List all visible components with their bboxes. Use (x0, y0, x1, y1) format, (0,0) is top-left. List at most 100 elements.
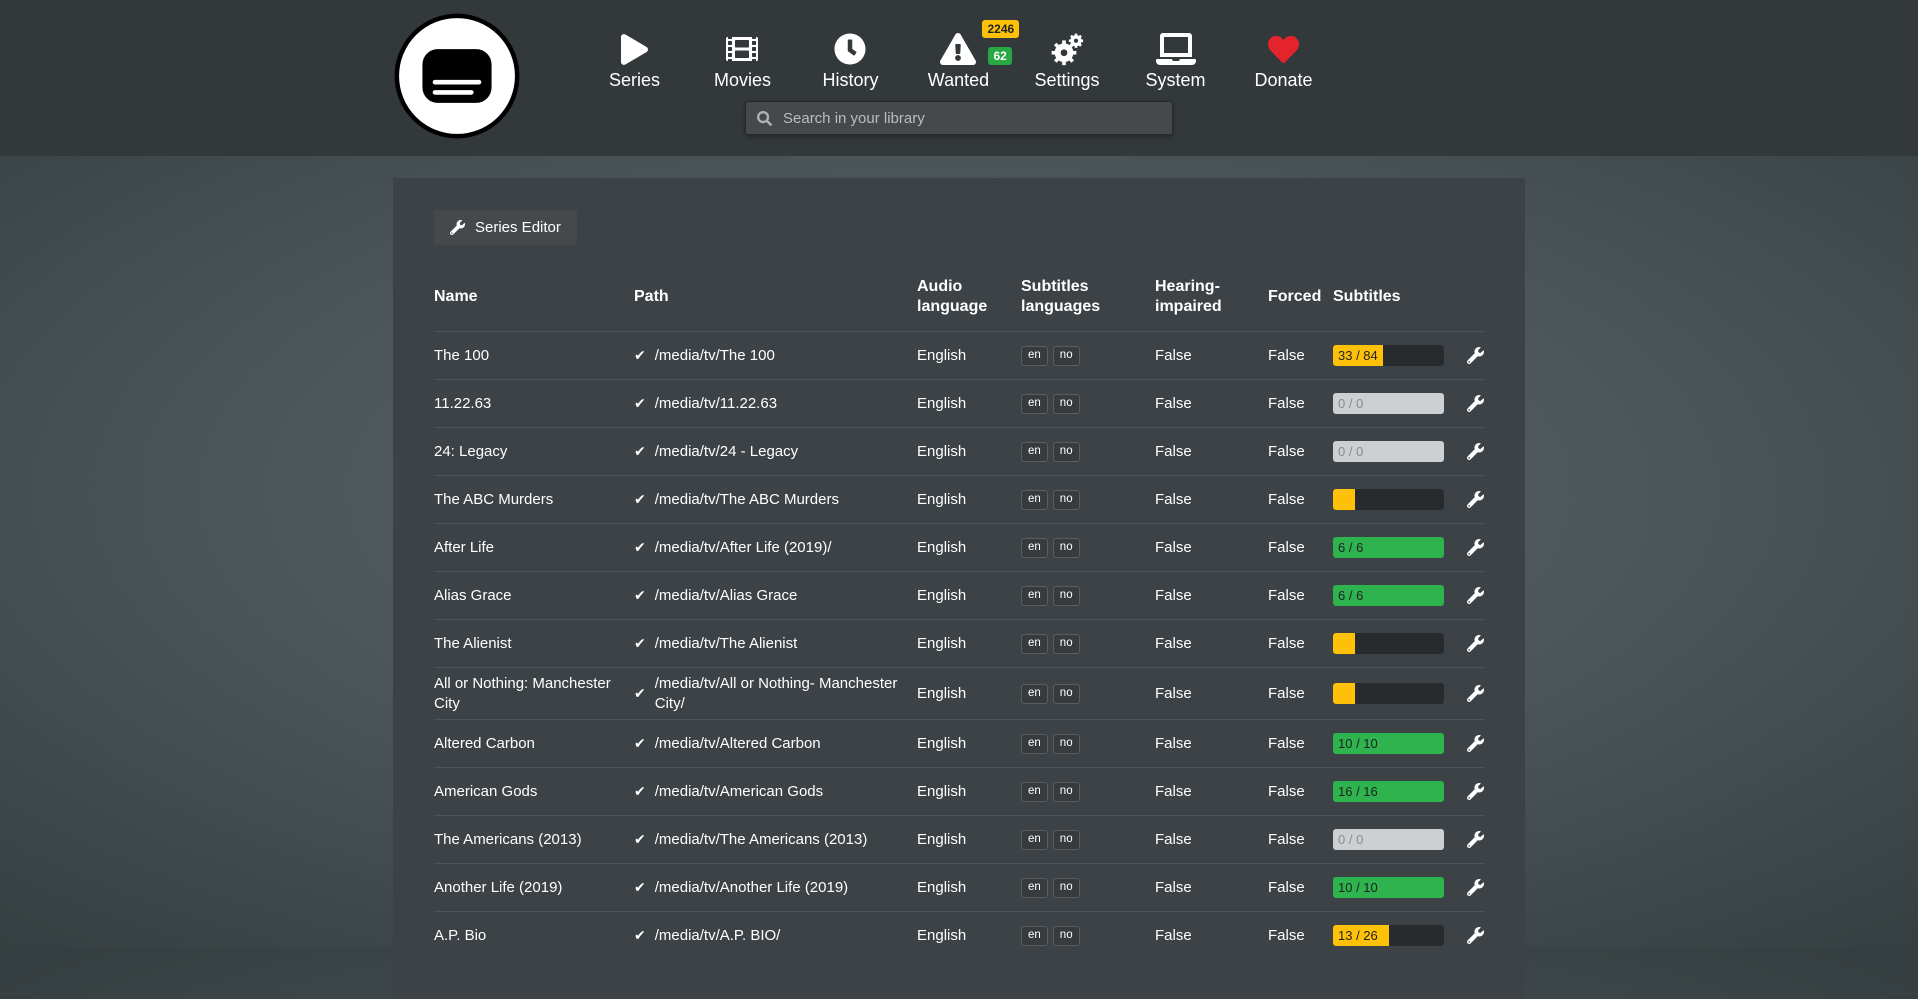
series-editor-label: Series Editor (475, 219, 561, 236)
edit-series-button[interactable] (1467, 685, 1484, 702)
edit-series-button[interactable] (1467, 539, 1484, 556)
table-row: All or Nothing: Manchester City ✔ /media… (434, 667, 1484, 719)
edit-series-button[interactable] (1467, 491, 1484, 508)
series-path-text: /media/tv/24 - Legacy (655, 442, 798, 462)
subtitles-progress: 0 / 0 (1333, 829, 1444, 850)
edit-series-button[interactable] (1467, 783, 1484, 800)
subtitles-progress: 10 / 10 (1333, 733, 1444, 754)
forced-value: False (1268, 539, 1333, 556)
series-path: ✔ /media/tv/American Gods (634, 782, 917, 802)
series-path: ✔ /media/tv/Altered Carbon (634, 734, 917, 754)
table-row: A.P. Bio ✔ /media/tv/A.P. BIO/ English e… (434, 911, 1484, 959)
language-badge: no (1053, 490, 1080, 510)
edit-series-button[interactable] (1467, 443, 1484, 460)
audio-language-value: English (917, 395, 1021, 412)
edit-series-button[interactable] (1467, 831, 1484, 848)
hearing-impaired-value: False (1155, 685, 1268, 702)
nav-wanted-label: Wanted (928, 70, 989, 91)
subtitles-progress-fill: 10 / 10 (1333, 733, 1444, 754)
check-icon: ✔ (634, 734, 646, 752)
nav-history-label: History (822, 70, 878, 91)
subtitles-progress-label: 10 / 10 (1338, 880, 1378, 895)
edit-series-button[interactable] (1467, 879, 1484, 896)
app-logo[interactable] (393, 12, 521, 140)
edit-series-button[interactable] (1467, 347, 1484, 364)
nav-donate[interactable]: Donate (1252, 30, 1316, 91)
subtitles-languages-cell: enno (1021, 441, 1155, 462)
subtitles-progress-fill: 10 / 10 (1333, 877, 1444, 898)
subtitles-progress: 13 / 26 (1333, 925, 1444, 946)
series-path: ✔ /media/tv/24 - Legacy (634, 442, 917, 462)
nav-history[interactable]: History (818, 30, 882, 91)
series-name: The ABC Murders (434, 490, 634, 510)
nav-movies[interactable]: Movies (710, 30, 774, 91)
subtitles-progress: 0 / 0 (1333, 393, 1444, 414)
series-name: 11.22.63 (434, 394, 634, 414)
column-header-subtitles-languages: Subtitles languages (1021, 277, 1155, 317)
language-badge: en (1021, 394, 1048, 414)
subtitles-progress: 0 / 0 (1333, 441, 1444, 462)
nav-settings-label: Settings (1034, 70, 1099, 91)
series-name: Altered Carbon (434, 734, 634, 754)
subtitles-progress-fill: 0 / 0 (1333, 441, 1444, 462)
edit-series-button[interactable] (1467, 735, 1484, 752)
searching-count-badge: 62 (988, 47, 1011, 65)
app-header: Series Movies History 2246 62 Wanted (0, 0, 1918, 156)
nav-system-label: System (1146, 70, 1206, 91)
nav-system[interactable]: System (1144, 30, 1208, 91)
subtitles-languages-cell: enno (1021, 925, 1155, 946)
series-path-text: /media/tv/11.22.63 (655, 394, 777, 414)
series-name: All or Nothing: Manchester City (434, 674, 634, 713)
nav-settings[interactable]: Settings (1034, 30, 1099, 91)
nav-wanted[interactable]: 2246 62 Wanted (926, 30, 990, 91)
subtitles-progress-fill: 6 / 6 (1333, 537, 1444, 558)
play-icon (621, 30, 648, 68)
check-icon: ✔ (634, 684, 646, 702)
language-badge: en (1021, 926, 1048, 946)
subtitles-progress-fill (1333, 683, 1355, 704)
hearing-impaired-value: False (1155, 395, 1268, 412)
forced-value: False (1268, 587, 1333, 604)
hearing-impaired-value: False (1155, 879, 1268, 896)
subtitles-progress-label: 6 / 6 (1338, 540, 1363, 555)
subtitles-languages-cell: enno (1021, 829, 1155, 850)
warning-triangle-icon (940, 30, 976, 68)
table-row: American Gods ✔ /media/tv/American Gods … (434, 767, 1484, 815)
clock-icon (834, 30, 866, 68)
series-path-text: /media/tv/The 100 (655, 346, 775, 366)
subtitles-progress-fill: 0 / 0 (1333, 393, 1444, 414)
check-icon: ✔ (634, 634, 646, 652)
edit-series-button[interactable] (1467, 587, 1484, 604)
series-path: ✔ /media/tv/The 100 (634, 346, 917, 366)
edit-series-button[interactable] (1467, 927, 1484, 944)
edit-series-button[interactable] (1467, 395, 1484, 412)
search-input[interactable] (781, 109, 1161, 128)
subtitles-languages-cell: enno (1021, 393, 1155, 414)
series-editor-button[interactable]: Series Editor (434, 210, 577, 245)
forced-value: False (1268, 783, 1333, 800)
series-path: ✔ /media/tv/The ABC Murders (634, 490, 917, 510)
language-badge: no (1053, 782, 1080, 802)
series-path-text: /media/tv/Altered Carbon (655, 734, 821, 754)
audio-language-value: English (917, 539, 1021, 556)
audio-language-value: English (917, 635, 1021, 652)
series-path-text: /media/tv/Alias Grace (655, 586, 798, 606)
subtitles-progress-label: 6 / 6 (1338, 588, 1363, 603)
column-header-audio-language: Audio language (917, 277, 1021, 317)
language-badge: en (1021, 538, 1048, 558)
series-name: A.P. Bio (434, 926, 634, 946)
series-name: Another Life (2019) (434, 878, 634, 898)
subtitles-progress: 33 / 84 (1333, 345, 1444, 366)
forced-value: False (1268, 879, 1333, 896)
audio-language-value: English (917, 443, 1021, 460)
hearing-impaired-value: False (1155, 927, 1268, 944)
nav-series[interactable]: Series (602, 30, 666, 91)
check-icon: ✔ (634, 830, 646, 848)
series-name: The Americans (2013) (434, 830, 634, 850)
edit-series-button[interactable] (1467, 635, 1484, 652)
audio-language-value: English (917, 587, 1021, 604)
heart-icon (1268, 30, 1299, 68)
subtitles-progress-label: 16 / 16 (1338, 784, 1378, 799)
check-icon: ✔ (634, 346, 646, 364)
series-path-text: /media/tv/American Gods (655, 782, 823, 802)
